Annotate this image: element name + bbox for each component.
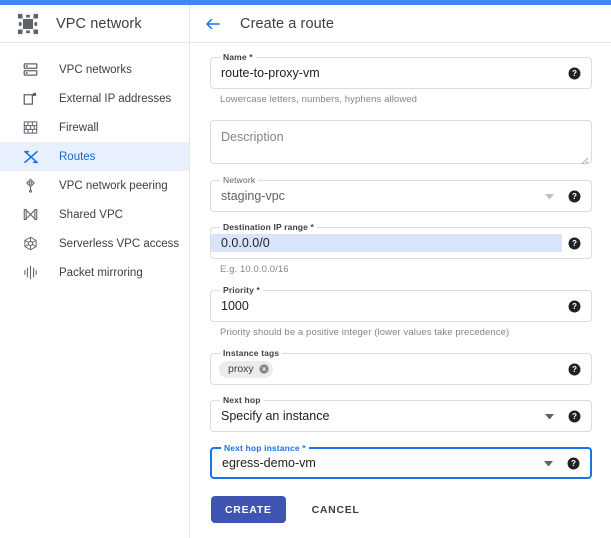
- network-select-value: staging-vpc: [211, 189, 545, 203]
- help-icon[interactable]: ?: [568, 67, 581, 80]
- sidebar-item-firewall[interactable]: Firewall: [0, 113, 189, 142]
- vpc-networks-icon: [22, 61, 39, 78]
- destination-ip-range-input-value: 0.0.0.0/0: [221, 236, 270, 250]
- next-hop-field-group: Next hop Specify an instance ?: [210, 400, 592, 432]
- chevron-down-icon[interactable]: [544, 461, 553, 466]
- priority-label: Priority *: [220, 285, 263, 295]
- description-textarea[interactable]: Description: [210, 120, 592, 164]
- instance-tags-chip-list: proxy: [211, 361, 568, 378]
- next-hop-instance-label: Next hop instance *: [221, 443, 309, 453]
- svg-text:?: ?: [572, 365, 577, 374]
- sidebar-product-title: VPC network: [56, 16, 142, 32]
- help-icon[interactable]: ?: [568, 300, 581, 313]
- name-input-outline[interactable]: Name * route-to-proxy-vm ?: [210, 57, 592, 89]
- svg-text:?: ?: [572, 239, 577, 248]
- destination-ip-range-value-wrap[interactable]: 0.0.0.0/0: [211, 234, 562, 252]
- vpc-network-logo-icon: [17, 13, 39, 35]
- spacer: [210, 385, 592, 400]
- sidebar-item-label: Routes: [59, 151, 95, 163]
- packet-mirroring-icon: [22, 264, 39, 281]
- destination-ip-range-field-group: Destination IP range * 0.0.0.0/0 ? E.g. …: [210, 227, 592, 275]
- priority-input-value[interactable]: 1000: [211, 299, 568, 313]
- sidebar-item-label: Serverless VPC access: [59, 238, 179, 250]
- sidebar-item-shared-vpc[interactable]: Shared VPC: [0, 200, 189, 229]
- next-hop-instance-select-value: egress-demo-vm: [212, 456, 544, 470]
- name-input-value[interactable]: route-to-proxy-vm: [211, 66, 568, 80]
- destination-ip-range-label: Destination IP range *: [220, 222, 317, 232]
- svg-text:?: ?: [572, 412, 577, 421]
- sidebar-item-vpc-networks[interactable]: VPC networks: [0, 55, 189, 84]
- sidebar-nav: VPC networks External IP addresses: [0, 43, 189, 287]
- help-icon[interactable]: ?: [567, 457, 580, 470]
- description-placeholder: Description: [211, 121, 591, 144]
- priority-input-outline[interactable]: Priority * 1000 ?: [210, 290, 592, 322]
- instance-tags-field-group: Instance tags proxy: [210, 353, 592, 385]
- instance-tags-input-outline[interactable]: Instance tags proxy: [210, 353, 592, 385]
- sidebar-item-label: VPC networks: [59, 64, 132, 76]
- next-hop-select-value: Specify an instance: [211, 409, 545, 423]
- network-field-group: Network staging-vpc ?: [210, 180, 592, 212]
- priority-hint: Priority should be a positive integer (l…: [210, 327, 592, 338]
- sidebar-item-serverless-vpc-access[interactable]: Serverless VPC access: [0, 229, 189, 258]
- serverless-vpc-icon: [22, 235, 39, 252]
- chevron-down-icon[interactable]: [545, 194, 554, 199]
- spacer: [210, 164, 592, 180]
- network-label: Network: [220, 175, 258, 185]
- back-arrow-icon[interactable]: [204, 15, 222, 33]
- external-ip-icon: [22, 90, 39, 107]
- content-panel: Create a route Name * route-to-proxy-vm …: [191, 5, 611, 538]
- form-actions: CREATE CANCEL: [210, 496, 592, 523]
- svg-text:?: ?: [571, 459, 576, 468]
- app-root: VPC network VPC networks: [0, 0, 611, 538]
- create-button[interactable]: CREATE: [211, 496, 286, 523]
- sidebar: VPC network VPC networks: [0, 5, 190, 538]
- name-label: Name *: [220, 52, 256, 62]
- chip-remove-icon[interactable]: [259, 364, 269, 374]
- sidebar-item-label: External IP addresses: [59, 93, 171, 105]
- instance-tag-chip-label: proxy: [228, 363, 254, 375]
- name-hint: Lowercase letters, numbers, hyphens allo…: [210, 94, 592, 105]
- resize-grip-icon[interactable]: [580, 152, 589, 161]
- instance-tags-label: Instance tags: [220, 348, 282, 358]
- help-icon[interactable]: ?: [568, 237, 581, 250]
- chevron-down-icon[interactable]: [545, 414, 554, 419]
- next-hop-instance-field-group: Next hop instance * egress-demo-vm ?: [210, 447, 592, 479]
- help-icon[interactable]: ?: [568, 410, 581, 423]
- sidebar-item-routes[interactable]: Routes: [0, 142, 189, 171]
- sidebar-item-label: Firewall: [59, 122, 99, 134]
- shared-vpc-icon: [22, 206, 39, 223]
- help-icon[interactable]: ?: [568, 363, 581, 376]
- svg-text:?: ?: [572, 69, 577, 78]
- routes-icon: [22, 148, 39, 165]
- destination-ip-range-input-outline[interactable]: Destination IP range * 0.0.0.0/0 ?: [210, 227, 592, 259]
- sidebar-item-label: VPC network peering: [59, 180, 168, 192]
- sidebar-header: VPC network: [0, 5, 189, 43]
- name-field-group: Name * route-to-proxy-vm ? Lowercase let…: [210, 57, 592, 105]
- next-hop-instance-select-outline[interactable]: Next hop instance * egress-demo-vm ?: [210, 447, 592, 479]
- content-header: Create a route: [191, 5, 611, 43]
- firewall-icon: [22, 119, 39, 136]
- sidebar-item-packet-mirroring[interactable]: Packet mirroring: [0, 258, 189, 287]
- sidebar-item-vpc-network-peering[interactable]: VPC network peering: [0, 171, 189, 200]
- sidebar-item-label: Packet mirroring: [59, 267, 143, 279]
- instance-tag-chip[interactable]: proxy: [219, 361, 273, 378]
- next-hop-select-outline[interactable]: Next hop Specify an instance ?: [210, 400, 592, 432]
- svg-text:?: ?: [572, 302, 577, 311]
- destination-ip-range-hint: E.g. 10.0.0.0/16: [210, 264, 592, 275]
- next-hop-label: Next hop: [220, 395, 264, 405]
- svg-text:?: ?: [572, 192, 577, 201]
- create-route-form: Name * route-to-proxy-vm ? Lowercase let…: [191, 43, 611, 538]
- cancel-button[interactable]: CANCEL: [300, 496, 372, 523]
- help-icon[interactable]: ?: [568, 190, 581, 203]
- spacer: [210, 275, 592, 290]
- priority-field-group: Priority * 1000 ? Priority should be a p…: [210, 290, 592, 338]
- sidebar-item-label: Shared VPC: [59, 209, 123, 221]
- vpc-network-peering-icon: [22, 177, 39, 194]
- network-select-outline[interactable]: Network staging-vpc ?: [210, 180, 592, 212]
- sidebar-item-external-ip-addresses[interactable]: External IP addresses: [0, 84, 189, 113]
- page-title: Create a route: [240, 16, 334, 32]
